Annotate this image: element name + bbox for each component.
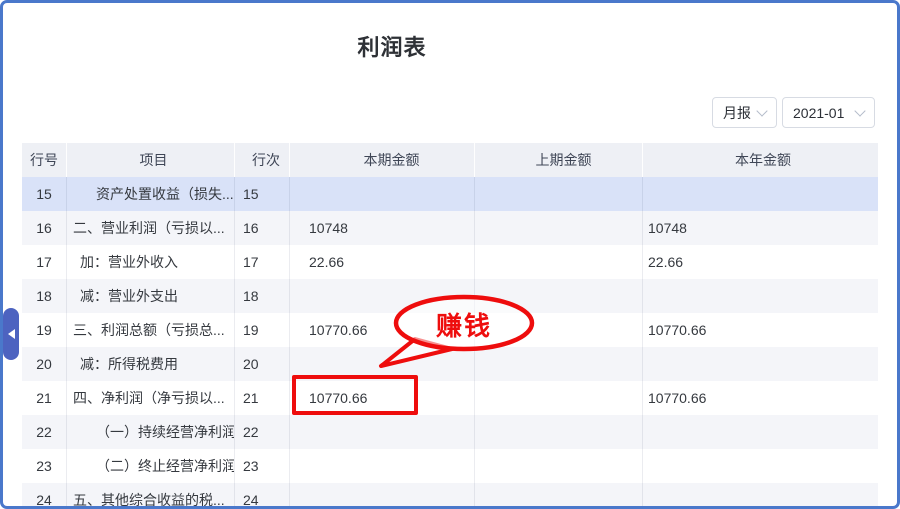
cell-prior (475, 483, 643, 509)
header-current: 本期金额 (290, 143, 475, 177)
cell-prior (475, 449, 643, 483)
cell-year: 10748 (643, 211, 878, 245)
cell-current: 10748 (290, 211, 475, 245)
table-row[interactable]: 22（一）持续经营净利润...22 (22, 415, 878, 449)
table-row[interactable]: 15资产处置收益（损失...15 (22, 177, 878, 211)
cell-current: 10770.66 (290, 381, 475, 415)
cell-item: 五、其他综合收益的税... (67, 483, 235, 509)
cell-item: 减：所得税费用 (67, 347, 235, 381)
cell-row_no: 23 (22, 449, 67, 483)
cell-prior (475, 313, 643, 347)
cell-row_no: 20 (22, 347, 67, 381)
cell-line_no: 16 (235, 211, 290, 245)
cell-current: 10770.66 (290, 313, 475, 347)
header-year: 本年金额 (643, 143, 878, 177)
table-row[interactable]: 23（二）终止经营净利润...23 (22, 449, 878, 483)
period-value: 2021-01 (793, 105, 844, 121)
cell-item: 资产处置收益（损失... (67, 177, 235, 211)
cell-item: 加：营业外收入 (67, 245, 235, 279)
cell-line_no: 18 (235, 279, 290, 313)
table-row[interactable]: 24五、其他综合收益的税...24 (22, 483, 878, 509)
table-row[interactable]: 21四、净利润（净亏损以...2110770.6610770.66 (22, 381, 878, 415)
cell-item: 四、净利润（净亏损以... (67, 381, 235, 415)
cell-year (643, 449, 878, 483)
cell-year: 10770.66 (643, 313, 878, 347)
period-select[interactable]: 2021-01 (782, 97, 875, 128)
cell-row_no: 22 (22, 415, 67, 449)
cell-year: 22.66 (643, 245, 878, 279)
cell-prior (475, 347, 643, 381)
table-row[interactable]: 20减：所得税费用20 (22, 347, 878, 381)
header-row-no: 行号 (22, 143, 67, 177)
cell-row_no: 19 (22, 313, 67, 347)
cell-row_no: 21 (22, 381, 67, 415)
cell-year (643, 279, 878, 313)
table-row[interactable]: 16二、营业利润（亏损以...161074810748 (22, 211, 878, 245)
cell-item: 二、营业利润（亏损以... (67, 211, 235, 245)
cell-prior (475, 279, 643, 313)
table-row[interactable]: 18减：营业外支出18 (22, 279, 878, 313)
cell-line_no: 22 (235, 415, 290, 449)
cell-current (290, 177, 475, 211)
cell-row_no: 18 (22, 279, 67, 313)
header-item: 项目 (67, 143, 235, 177)
cell-year (643, 483, 878, 509)
page-title: 利润表 (292, 30, 492, 62)
cell-line_no: 15 (235, 177, 290, 211)
cell-row_no: 24 (22, 483, 67, 509)
chevron-down-icon (854, 105, 865, 116)
cell-line_no: 19 (235, 313, 290, 347)
sidebar-collapse-handle[interactable] (3, 308, 19, 360)
chevron-down-icon (756, 105, 767, 116)
header-prior: 上期金额 (475, 143, 643, 177)
cell-row_no: 15 (22, 177, 67, 211)
table-row[interactable]: 17加：营业外收入1722.6622.66 (22, 245, 878, 279)
table-header: 行号 项目 行次 本期金额 上期金额 本年金额 (22, 143, 878, 177)
cell-prior (475, 177, 643, 211)
cell-year (643, 415, 878, 449)
cell-year (643, 347, 878, 381)
cell-year: 10770.66 (643, 381, 878, 415)
header-line-no: 行次 (235, 143, 290, 177)
app-window: 利润表 月报 2021-01 行号 项目 行次 本期金额 上期金额 本年金额 1… (0, 0, 900, 509)
profit-statement-table: 行号 项目 行次 本期金额 上期金额 本年金额 15资产处置收益（损失...15… (22, 143, 878, 506)
cell-current: 22.66 (290, 245, 475, 279)
cell-current (290, 347, 475, 381)
cell-year (643, 177, 878, 211)
cell-item: 减：营业外支出 (67, 279, 235, 313)
report-type-select[interactable]: 月报 (712, 97, 777, 128)
cell-current (290, 415, 475, 449)
cell-line_no: 20 (235, 347, 290, 381)
cell-item: （一）持续经营净利润... (67, 415, 235, 449)
cell-current (290, 483, 475, 509)
cell-item: 三、利润总额（亏损总... (67, 313, 235, 347)
report-type-value: 月报 (723, 103, 751, 123)
cell-item: （二）终止经营净利润... (67, 449, 235, 483)
cell-prior (475, 381, 643, 415)
chevron-left-icon (8, 329, 15, 339)
cell-row_no: 16 (22, 211, 67, 245)
cell-prior (475, 415, 643, 449)
cell-row_no: 17 (22, 245, 67, 279)
cell-prior (475, 245, 643, 279)
table-row[interactable]: 19三、利润总额（亏损总...1910770.6610770.66 (22, 313, 878, 347)
cell-current (290, 279, 475, 313)
cell-line_no: 24 (235, 483, 290, 509)
cell-prior (475, 211, 643, 245)
cell-line_no: 21 (235, 381, 290, 415)
cell-current (290, 449, 475, 483)
cell-line_no: 23 (235, 449, 290, 483)
cell-line_no: 17 (235, 245, 290, 279)
table-body: 15资产处置收益（损失...1516二、营业利润（亏损以...161074810… (22, 177, 878, 509)
